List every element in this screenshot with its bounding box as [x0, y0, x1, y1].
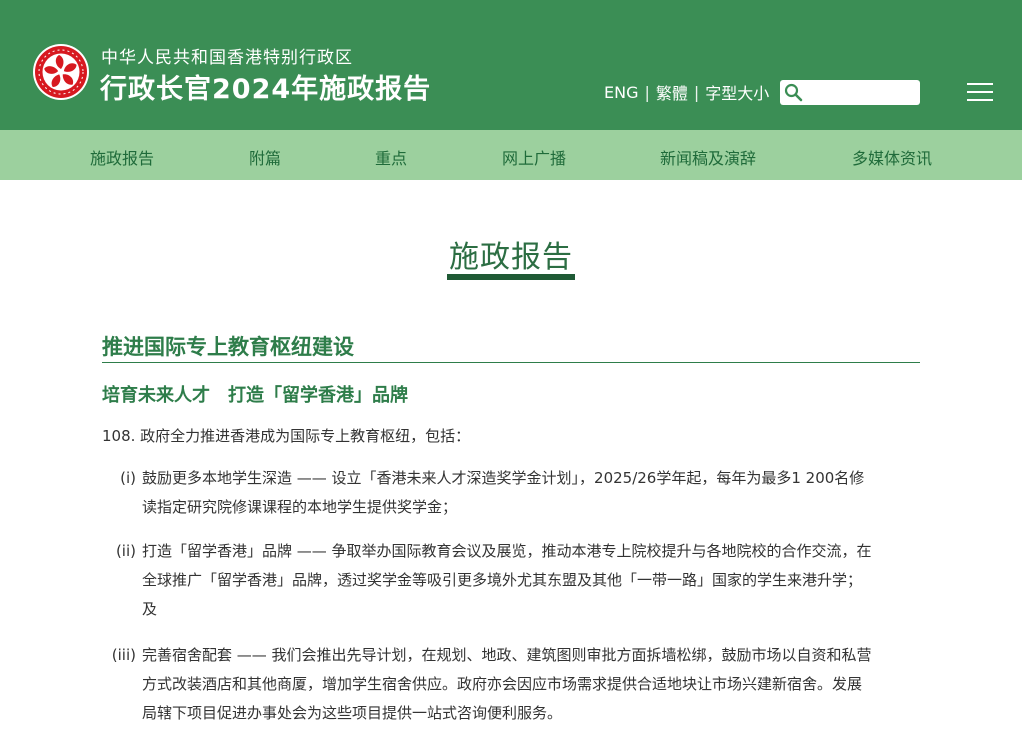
hksar-emblem-icon[interactable]: [32, 43, 90, 101]
search-icon[interactable]: [784, 83, 803, 102]
list-number: (ii): [115, 542, 136, 560]
nav-item-highlights[interactable]: 重点: [375, 145, 407, 169]
divider: |: [693, 82, 700, 102]
list-line: 全球推广「留学香港」品牌，透过奖学金等吸引更多境外尤其东盟及其他「一带一路」国家…: [142, 571, 863, 589]
main-nav: 施政报告 附篇 重点 网上广播 新闻稿及演辞 多媒体资讯: [0, 130, 1022, 180]
site-header: 中华人民共和国香港特别行政区 行政长官2024年施政报告 ENG | 繁體 | …: [0, 0, 1022, 130]
section-heading: 推进国际专上教育枢纽建设: [102, 335, 354, 359]
header-tools: ENG | 繁體 | 字型大小: [604, 80, 769, 104]
list-line: 及: [142, 600, 158, 618]
lang-english-link[interactable]: ENG: [604, 83, 638, 102]
site-title[interactable]: 行政长官2024年施政报告: [100, 67, 431, 106]
list-item-ii: (ii) 打造「留学香港」品牌 —— 争取举办国际教育会议及展览，推动本港专上院…: [102, 537, 922, 627]
list-number: (iii): [111, 646, 136, 664]
search-box: [780, 80, 920, 105]
list-line: 读指定研究院修课课程的本地学生提供奖学金；: [142, 498, 458, 516]
nav-item-policy-address[interactable]: 施政报告: [90, 145, 154, 169]
list-item-i: (i) 鼓励更多本地学生深造 —— 设立「香港未来人才深造奖学金计划」，2025…: [102, 464, 922, 524]
list-item-iii: (iii) 完善宿舍配套 —— 我们会推出先导计划，在规划、地政、建筑图则审批方…: [102, 641, 922, 731]
list-text: 鼓励更多本地学生深造 —— 设立「香港未来人才深造奖学金计划」，2025/26学…: [142, 464, 922, 522]
paragraph-108: 108. 政府全力推进香港成为国际专上教育枢纽，包括：: [102, 427, 471, 445]
list-number: (i): [120, 469, 136, 487]
sub-heading: 培育未来人才 打造「留学香港」品牌: [102, 385, 408, 406]
nav-item-webcast[interactable]: 网上广播: [502, 145, 566, 169]
nav-item-multimedia[interactable]: 多媒体资讯: [852, 145, 932, 169]
section-divider: [102, 362, 920, 363]
font-size-link[interactable]: 字型大小: [705, 80, 769, 104]
list-line: 鼓励更多本地学生深造 —— 设立「香港未来人才深造奖学金计划」，2025/26学…: [142, 469, 865, 487]
nav-item-supplement[interactable]: 附篇: [249, 145, 281, 169]
title-underline: [447, 274, 575, 280]
list-line: 方式改装酒店和其他商厦，增加学生宿舍供应。政府亦会因应市场需求提供合适地块让市场…: [142, 675, 863, 693]
divider: |: [644, 82, 650, 102]
site-subtitle: 中华人民共和国香港特别行政区: [101, 48, 353, 68]
list-text: 打造「留学香港」品牌 —— 争取举办国际教育会议及展览，推动本港专上院校提升与各…: [142, 537, 922, 624]
search-input[interactable]: [806, 82, 916, 103]
hamburger-menu-icon[interactable]: [967, 81, 993, 103]
lang-traditional-chinese-link[interactable]: 繁體: [656, 80, 688, 104]
list-text: 完善宿舍配套 —— 我们会推出先导计划，在规划、地政、建筑图则审批方面拆墙松绑，…: [142, 641, 922, 728]
nav-item-press-releases[interactable]: 新闻稿及演辞: [660, 145, 756, 169]
list-line: 局辖下项目促进办事处会为这些项目提供一站式咨询便利服务。: [142, 704, 563, 722]
list-line: 打造「留学香港」品牌 —— 争取举办国际教育会议及展览，推动本港专上院校提升与各…: [142, 542, 872, 560]
page-title: 施政报告: [449, 240, 573, 275]
list-line: 完善宿舍配套 —— 我们会推出先导计划，在规划、地政、建筑图则审批方面拆墙松绑，…: [142, 646, 872, 664]
